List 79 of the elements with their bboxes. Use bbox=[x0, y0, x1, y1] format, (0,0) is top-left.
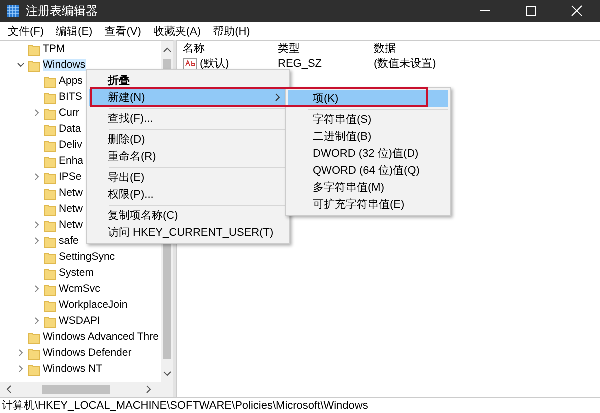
tree-item[interactable]: Windows bbox=[43, 59, 86, 71]
folder-icon bbox=[44, 186, 56, 200]
tree-item[interactable]: SettingSync bbox=[59, 251, 116, 263]
tree-item[interactable]: Deliv bbox=[59, 139, 82, 151]
menu-item[interactable]: 折叠 bbox=[89, 72, 287, 89]
folder-icon bbox=[44, 266, 56, 280]
menu-item[interactable]: 帮助(H) bbox=[207, 24, 256, 38]
value-data: (数值未设置) bbox=[374, 57, 438, 71]
tree-item[interactable]: WSDAPI bbox=[59, 315, 100, 327]
folder-icon bbox=[44, 170, 56, 184]
menu-item[interactable]: 导出(E) bbox=[89, 169, 287, 186]
menu-item[interactable]: 二进制值(B) bbox=[288, 128, 448, 145]
tree-item[interactable]: WcmSvc bbox=[59, 283, 100, 295]
tree-item[interactable]: Curr bbox=[59, 107, 80, 119]
maximize-icon bbox=[525, 5, 537, 17]
menu-item[interactable]: 多字符串值(M) bbox=[288, 179, 448, 196]
tree-item[interactable]: Netw bbox=[59, 219, 83, 231]
tree-item[interactable]: Enha bbox=[59, 155, 84, 167]
tree-item[interactable]: Windows Advanced Thre bbox=[43, 331, 159, 343]
folder-icon bbox=[44, 218, 56, 232]
folder-icon bbox=[44, 154, 56, 168]
menu-item[interactable]: QWORD (64 位)值(Q) bbox=[288, 162, 448, 179]
menu-item[interactable]: 删除(D) bbox=[89, 131, 287, 148]
tree-item[interactable]: Apps bbox=[59, 75, 83, 87]
menu-item[interactable]: 重命名(R) bbox=[89, 148, 287, 165]
scroll-down-icon bbox=[162, 369, 172, 378]
folder-icon bbox=[28, 42, 40, 56]
folder-icon bbox=[44, 122, 56, 136]
scroll-up-icon bbox=[162, 46, 172, 55]
tree-item[interactable]: safe bbox=[59, 235, 79, 247]
menu-item[interactable]: 新建(N) bbox=[89, 89, 287, 106]
folder-icon bbox=[28, 346, 40, 360]
menu-item[interactable]: DWORD (32 位)值(D) bbox=[288, 145, 448, 162]
string-value-icon bbox=[183, 58, 197, 70]
menu-item[interactable]: 访问 HKEY_CURRENT_USER(T) bbox=[89, 224, 287, 241]
folder-icon bbox=[44, 138, 56, 152]
tree-item[interactable]: BITS bbox=[59, 91, 82, 103]
menu-item[interactable]: 字符串值(S) bbox=[288, 111, 448, 128]
folder-icon bbox=[44, 74, 56, 88]
folder-icon bbox=[44, 106, 56, 120]
value-type: REG_SZ bbox=[278, 58, 324, 70]
menu-item[interactable]: 收藏夹(A) bbox=[147, 24, 208, 38]
column-header[interactable]: 名称 bbox=[183, 41, 278, 56]
scrollbar-thumb[interactable] bbox=[42, 385, 110, 394]
window-title: 注册表编辑器 bbox=[26, 2, 98, 20]
tree-item[interactable]: System bbox=[59, 267, 94, 279]
status-path: 计算机\HKEY_LOCAL_MACHINE\SOFTWARE\Policies\Microsoft\Windows bbox=[2, 399, 368, 413]
tree-item[interactable]: Windows NT bbox=[43, 363, 103, 375]
tree-item[interactable]: Data bbox=[59, 123, 82, 135]
menu-item[interactable]: 查看(V) bbox=[98, 24, 148, 38]
close-icon bbox=[571, 5, 583, 17]
tree-item[interactable]: TPM bbox=[43, 43, 66, 55]
registry-icon bbox=[6, 4, 20, 18]
column-header[interactable]: 类型 bbox=[278, 41, 374, 56]
folder-icon bbox=[44, 250, 56, 264]
menu-item[interactable]: 可扩充字符串值(E) bbox=[288, 196, 448, 213]
folder-icon bbox=[44, 202, 56, 216]
menu-item[interactable]: 编辑(E) bbox=[50, 24, 99, 38]
folder-icon bbox=[44, 314, 56, 328]
menu-item[interactable]: 文件(F) bbox=[2, 24, 50, 38]
menu-item[interactable]: 权限(P)... bbox=[89, 186, 287, 203]
folder-icon bbox=[28, 330, 40, 344]
menu-item[interactable]: 查找(F)... bbox=[89, 110, 287, 127]
tree-item[interactable]: Windows Defender bbox=[43, 347, 132, 359]
folder-icon bbox=[44, 282, 56, 296]
folder-icon bbox=[28, 58, 40, 72]
folder-icon bbox=[44, 234, 56, 248]
scroll-right-icon bbox=[144, 385, 153, 394]
tree-item[interactable]: Netw bbox=[59, 203, 83, 215]
column-header[interactable]: 数据 bbox=[374, 41, 600, 56]
folder-icon bbox=[44, 298, 56, 312]
tree-item[interactable]: WorkplaceJoin bbox=[59, 299, 128, 311]
tree-item[interactable]: Netw bbox=[59, 187, 83, 199]
value-name: (默认) bbox=[200, 57, 230, 71]
tree-item[interactable]: IPSe bbox=[59, 171, 82, 183]
menu-item[interactable]: 复制项名称(C) bbox=[89, 207, 287, 224]
folder-icon bbox=[28, 362, 40, 376]
folder-icon bbox=[44, 90, 56, 104]
scroll-left-icon bbox=[5, 385, 14, 394]
